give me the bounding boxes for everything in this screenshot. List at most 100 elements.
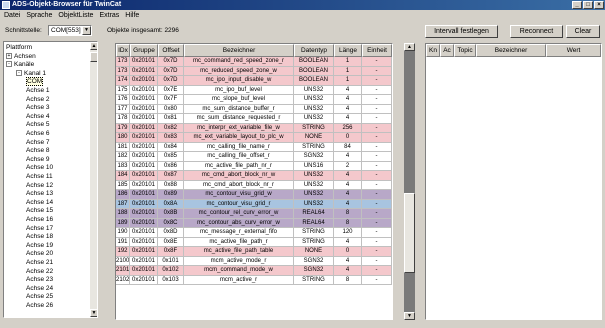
menu-sprache[interactable]: Sprache xyxy=(26,10,52,21)
collapse-icon[interactable]: - xyxy=(16,70,22,77)
table-row[interactable]: 176 0x20101 0x7F mc_slope_buf_level UNS32 4- xyxy=(116,95,392,105)
tree-item-label: Achse 24 xyxy=(26,284,54,292)
table-cell: 173 xyxy=(116,66,130,76)
table-cell: - xyxy=(362,237,392,247)
table-cell: - xyxy=(362,76,392,86)
interface-select[interactable]: COM[553] ▼ xyxy=(48,25,92,36)
close-button[interactable]: × xyxy=(594,1,604,9)
table-cell: SGN32 xyxy=(294,152,334,162)
table-row[interactable]: 182 0x20101 0x85 mc_calling_file_offset_r SG… xyxy=(116,152,392,162)
table-cell: mcm_command_mode_w xyxy=(184,266,294,276)
table-cell: mc_active_file_path_nr_r xyxy=(184,161,294,171)
column-header[interactable]: Länge xyxy=(334,44,362,57)
column-header[interactable]: Gruppe xyxy=(130,44,158,57)
table-row[interactable]: 181 0x20101 0x84 mc_calling_file_name_r STRI… xyxy=(116,142,392,152)
table-cell: mc_cmd_abort_block_nr_r xyxy=(184,180,294,190)
table-cell: - xyxy=(362,133,392,143)
menu-datei[interactable]: Datei xyxy=(4,10,20,21)
column-header[interactable]: Datentyp xyxy=(294,44,334,57)
table-row[interactable]: 192 0x20101 0x8F mc_active_file_path_table N… xyxy=(116,247,392,257)
table-row[interactable]: 2101 0x20101 0x102 mcm_command_mode_w SGN32 4… xyxy=(116,266,392,276)
chevron-down-icon[interactable]: ▼ xyxy=(82,26,91,35)
scroll-up-icon[interactable]: ▲ xyxy=(90,42,97,50)
clear-button[interactable]: Clear xyxy=(566,25,600,38)
table-row[interactable]: 183 0x20101 0x86 mc_active_file_path_nr_r UN… xyxy=(116,161,392,171)
table-cell: mc_calling_file_name_r xyxy=(184,142,294,152)
tree-item[interactable]: Achse 26 xyxy=(26,301,53,310)
table-row[interactable]: 184 0x20101 0x87 mc_cmd_abort_block_nr_w UNS… xyxy=(116,171,392,181)
table-row[interactable]: 174 0x20101 0x7D mc_ipo_input_disable_w BOOL… xyxy=(116,76,392,86)
minimize-button[interactable]: _ xyxy=(572,1,582,9)
table-row[interactable]: 189 0x20101 0x8C mc_contour_abs_curv_error_… xyxy=(116,218,392,228)
table-cell: 184 xyxy=(116,171,130,181)
tree-item-label: Achse 13 xyxy=(26,190,54,198)
scroll-up-icon[interactable]: ▲ xyxy=(404,43,415,51)
table-row[interactable]: 185 0x20101 0x88 mc_cmd_abort_block_nr_r UNS… xyxy=(116,180,392,190)
table-cell: 0x8D xyxy=(158,228,184,238)
maximize-button[interactable]: □ xyxy=(583,1,593,9)
table-cell: mc_contour_visu_grid_r xyxy=(184,199,294,209)
table-cell: - xyxy=(362,142,392,152)
interface-value: COM[553] xyxy=(51,27,81,34)
object-table: IDx Gruppe Offset Bezeichner Datentyp Länge Ei… xyxy=(115,43,393,320)
column-header[interactable]: Ac xyxy=(440,44,454,57)
column-header[interactable]: Offset xyxy=(158,44,184,57)
scroll-down-icon[interactable]: ▼ xyxy=(404,312,415,320)
table-cell: 0x8B xyxy=(158,209,184,219)
table-cell: 178 xyxy=(116,114,130,124)
table-cell: 0x20101 xyxy=(130,85,158,95)
menu-hilfe[interactable]: Hilfe xyxy=(125,10,139,21)
scroll-down-icon[interactable]: ▼ xyxy=(90,309,97,317)
column-header[interactable]: IDx xyxy=(116,44,130,57)
table-row[interactable]: 173 0x20101 0x7D mc_command_red_speed_zone_… xyxy=(116,57,392,67)
tree-item-label: Achse 9 xyxy=(26,155,50,163)
column-header[interactable]: Wert xyxy=(546,44,601,57)
table-cell: 0x83 xyxy=(158,133,184,143)
table-row[interactable]: 2102 0x20101 0x103 mcm_active_r STRING 8- xyxy=(116,275,392,285)
table-cell: - xyxy=(362,95,392,105)
tree-nodes: Plattform + Achsen - Kanäle - Kanal 1 COM Achse … xyxy=(4,42,90,317)
table-row[interactable]: 178 0x20101 0x81 mc_sum_distance_requested_… xyxy=(116,114,392,124)
table-row[interactable]: 177 0x20101 0x80 mc_sum_distance_buffer_r UN… xyxy=(116,104,392,114)
tree-item-label: Achse 4 xyxy=(26,112,50,120)
scroll-thumb[interactable] xyxy=(404,193,415,273)
table-row[interactable]: 175 0x20101 0x7E mc_ipo_buf_level UNS32 4- xyxy=(116,85,392,95)
table-cell: mc_ipo_input_disable_w xyxy=(184,76,294,86)
column-header[interactable]: Einheit xyxy=(362,44,392,57)
table-row[interactable]: 179 0x20101 0x82 mc_interpr_ext_variable_fi… xyxy=(116,123,392,133)
table-scrollbar[interactable]: ▲ ▼ xyxy=(404,43,415,320)
table-row[interactable]: 180 0x20101 0x83 mc_ext_variable_layout_to_… xyxy=(116,133,392,143)
reconnect-button[interactable]: Reconnect xyxy=(510,25,563,38)
table-row[interactable]: 186 0x20101 0x89 mc_contour_visu_grid_w UNS3… xyxy=(116,190,392,200)
table-row[interactable]: 190 0x20101 0x8D mc_message_r_external_fifo… xyxy=(116,228,392,238)
table-cell: 0x20101 xyxy=(130,180,158,190)
interval-button[interactable]: Intervall festlegen xyxy=(425,25,498,38)
table-cell: UNS32 xyxy=(294,104,334,114)
object-tree[interactable]: Plattform + Achsen - Kanäle - Kanal 1 COM Achse … xyxy=(3,41,98,318)
table-row[interactable]: 187 0x20101 0x8A mc_contour_visu_grid_r UNS3… xyxy=(116,199,392,209)
watch-list[interactable]: Kn Ac Topic Bezeichner Wert xyxy=(425,43,602,320)
table-cell: 2 xyxy=(334,161,362,171)
table-row[interactable]: 191 0x20101 0x8E mc_active_file_path_r STRIN… xyxy=(116,237,392,247)
table-cell: mc_cmd_abort_block_nr_w xyxy=(184,171,294,181)
table-body: 173 0x20101 0x7D mc_command_red_speed_zone_… xyxy=(116,57,392,285)
menu-extras[interactable]: Extras xyxy=(99,10,119,21)
column-header[interactable]: Bezeichner xyxy=(476,44,546,57)
collapse-icon[interactable]: - xyxy=(6,61,12,68)
expand-icon[interactable]: + xyxy=(6,52,12,59)
table-cell: 0x20101 xyxy=(130,247,158,257)
table-cell: 0x89 xyxy=(158,190,184,200)
column-header[interactable]: Topic xyxy=(454,44,476,57)
tree-scrollbar[interactable]: ▲ ▼ xyxy=(90,42,97,317)
table-row[interactable]: 173 0x20101 0x7D mc_reduced_speed_zone_w BOO… xyxy=(116,66,392,76)
table-cell: 8 xyxy=(334,275,362,285)
column-header[interactable]: Bezeichner xyxy=(184,44,294,57)
menu-objektliste[interactable]: ObjektListe xyxy=(58,10,93,21)
table-cell: 0x20101 xyxy=(130,123,158,133)
table-row[interactable]: 188 0x20101 0x8B mc_contour_rel_curv_error_… xyxy=(116,209,392,219)
table-row[interactable]: 2100 0x20101 0x101 mcm_active_mode_r SGN32 4- xyxy=(116,256,392,266)
column-header[interactable]: Kn xyxy=(426,44,440,57)
table-cell: mc_contour_rel_curv_error_w xyxy=(184,209,294,219)
table-cell: 0x7E xyxy=(158,85,184,95)
scroll-thumb[interactable] xyxy=(90,52,97,62)
